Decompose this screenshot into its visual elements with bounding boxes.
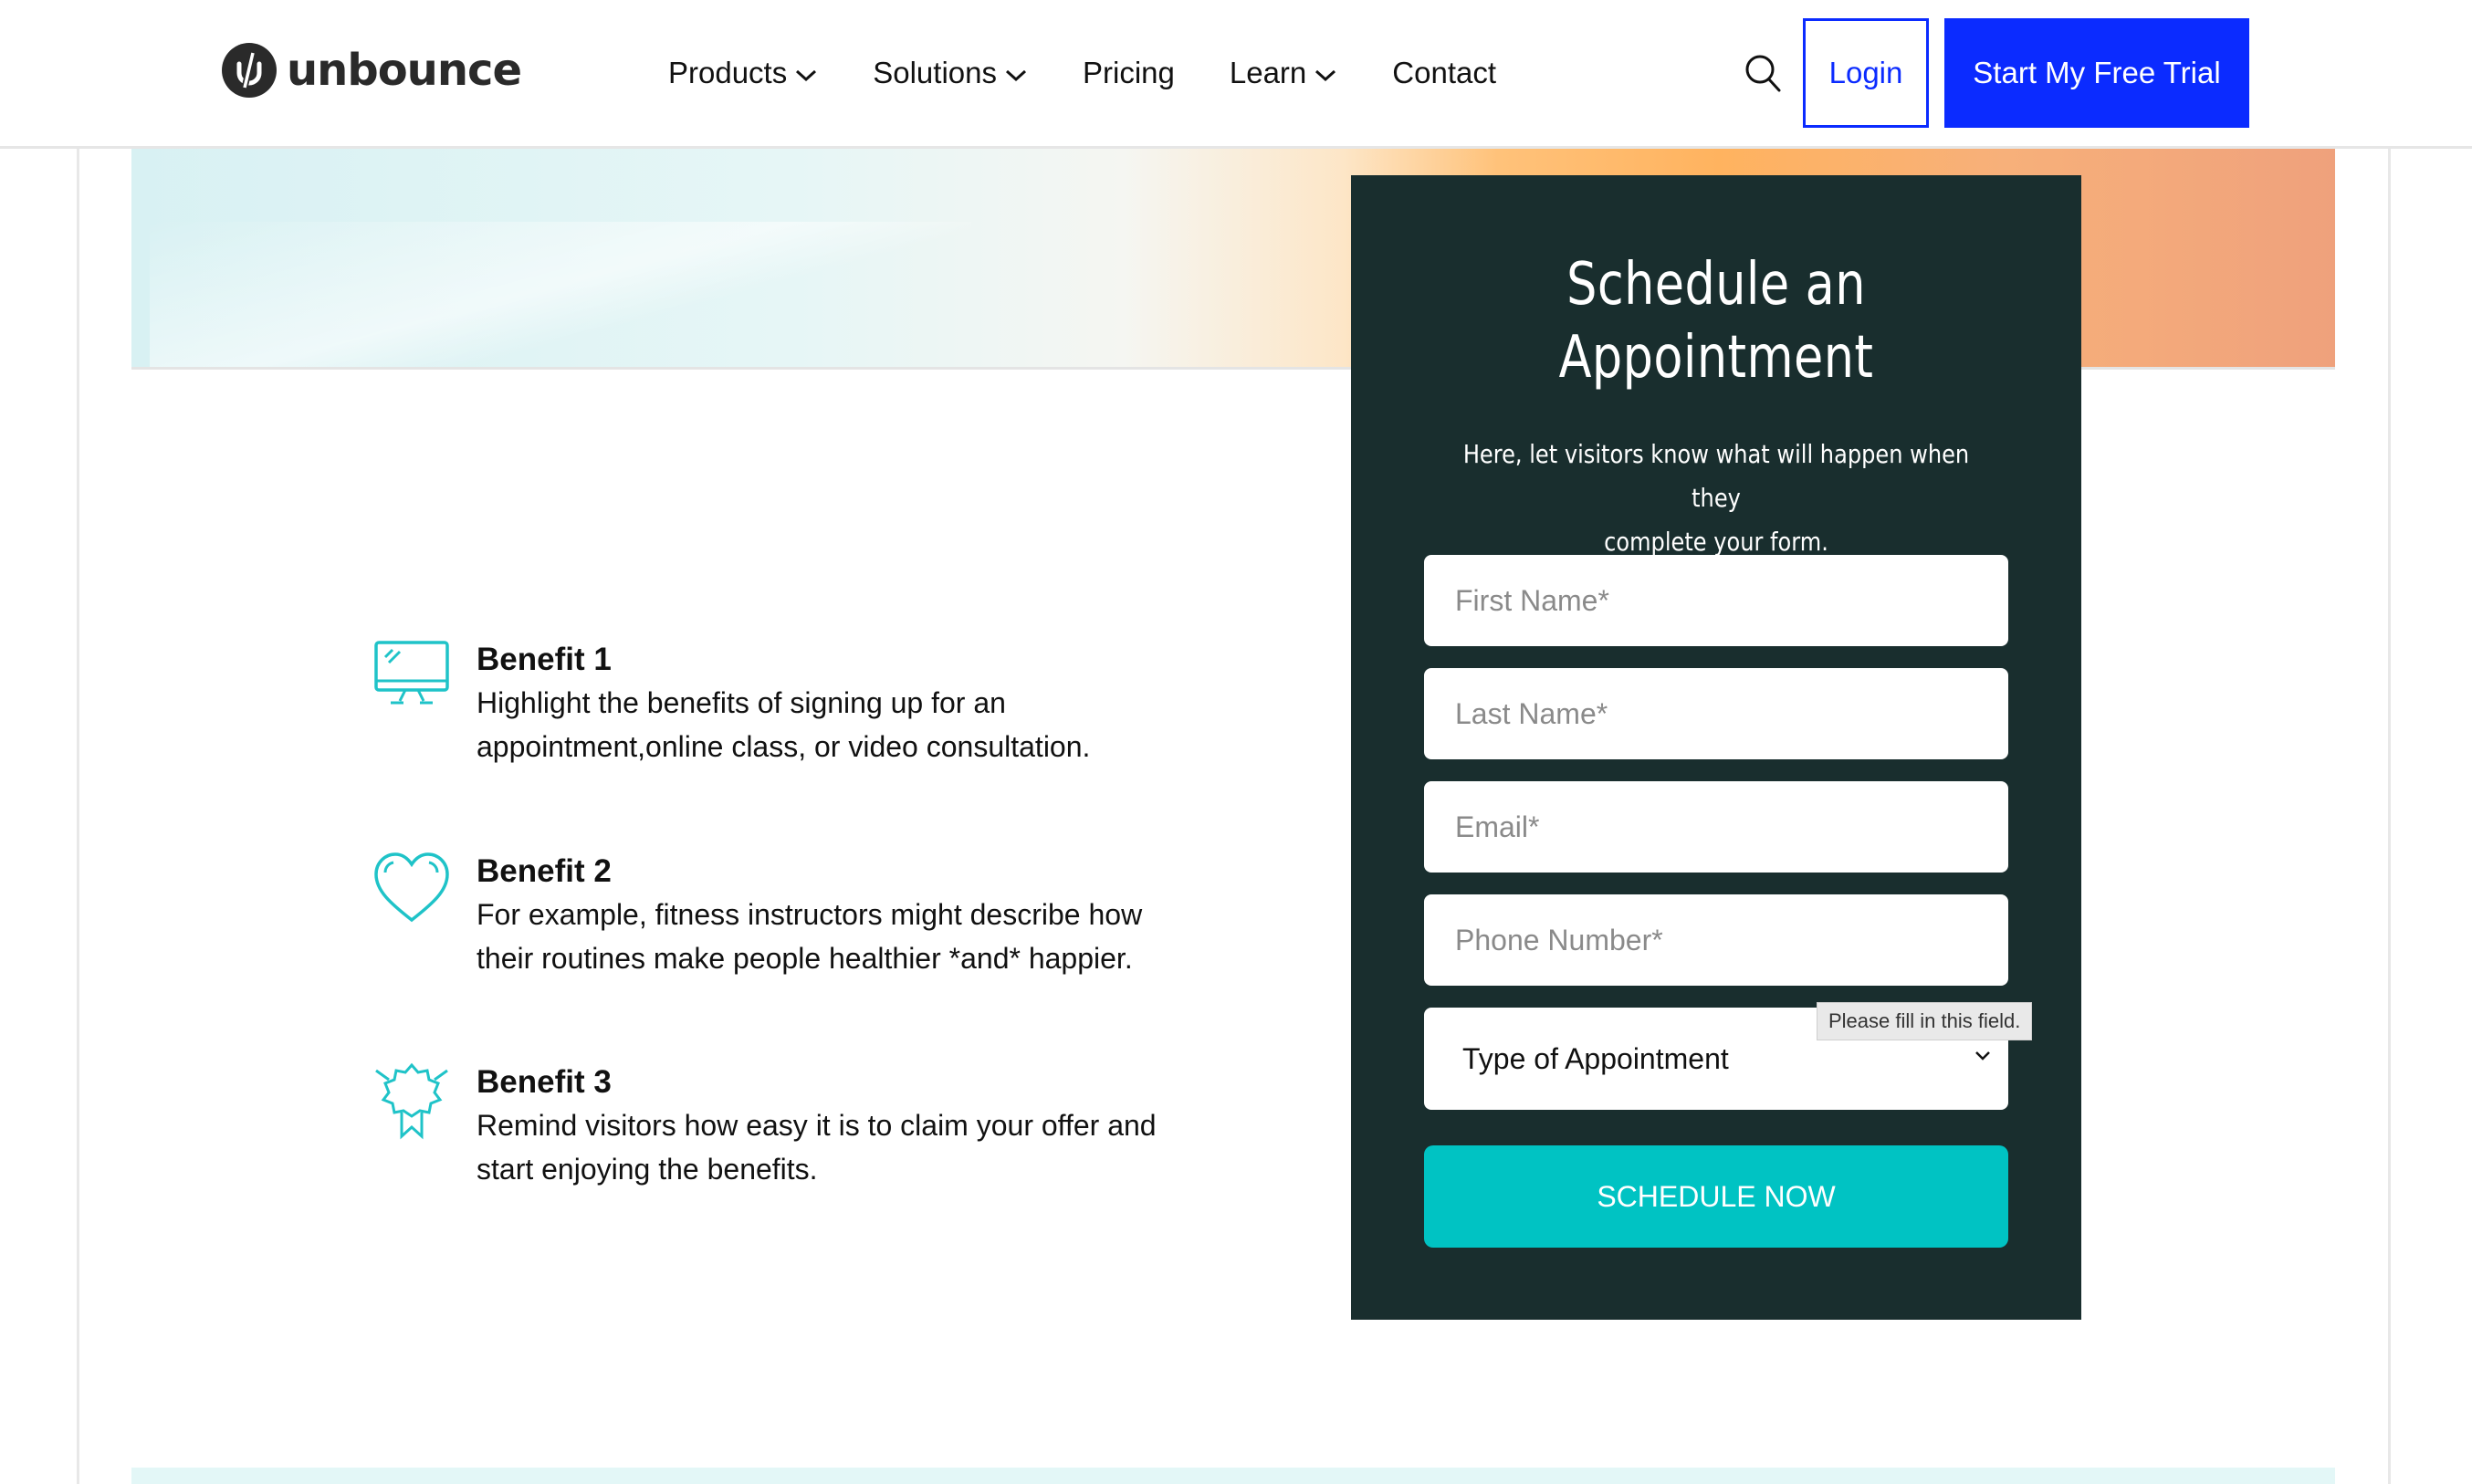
nav-pricing-label: Pricing: [1083, 56, 1175, 89]
phone-number-field[interactable]: Phone Number*: [1424, 894, 2008, 986]
nav-solutions[interactable]: Solutions: [873, 47, 1028, 99]
page-border-right: [2388, 146, 2391, 1484]
benefit-title: Benefit 2: [477, 853, 612, 889]
form-title-line: Schedule an: [1566, 251, 1866, 319]
nav-learn[interactable]: Learn: [1230, 47, 1337, 99]
benefit-title: Benefit 1: [477, 642, 612, 677]
unbounce-logo[interactable]: unbounce: [221, 42, 522, 99]
heart-icon: [374, 852, 449, 923]
chevron-down-icon: [1975, 1051, 1990, 1061]
appointment-type-value: Type of Appointment: [1462, 1041, 1729, 1075]
nav-products-label: Products: [668, 56, 788, 89]
form-title: Schedule an Appointment: [1417, 248, 2016, 394]
schedule-now-button[interactable]: SCHEDULE NOW: [1424, 1145, 2008, 1248]
benefit-item: Benefit 1 Highlight the benefits of sign…: [372, 639, 1207, 768]
site-header: unbounce Products Solutions Pricing Lear…: [0, 0, 2472, 149]
last-name-field[interactable]: Last Name*: [1424, 668, 2008, 759]
validation-tooltip: Please fill in this field.: [1817, 1002, 2033, 1040]
search-icon[interactable]: [1744, 53, 1782, 93]
benefit-description: For example, fitness instructors might d…: [477, 893, 1207, 980]
chevron-down-icon: [1005, 69, 1027, 82]
chevron-down-icon: [1315, 69, 1336, 82]
benefit-item: Benefit 3 Remind visitors how easy it is…: [372, 1061, 1207, 1191]
next-section-band: [131, 1468, 2335, 1484]
nav-learn-label: Learn: [1229, 56, 1307, 89]
benefit-description: Remind visitors how easy it is to claim …: [477, 1103, 1207, 1191]
benefit-title: Benefit 3: [477, 1064, 612, 1100]
benefit-description: Highlight the benefits of signing up for…: [477, 681, 1207, 768]
page-border-left: [77, 146, 79, 1484]
benefit-item: Benefit 2 For example, fitness instructo…: [372, 851, 1207, 980]
nav-products[interactable]: Products: [668, 47, 818, 99]
start-free-trial-button[interactable]: Start My Free Trial: [1944, 18, 2249, 128]
benefit-line: start enjoying the benefits.: [477, 1153, 818, 1186]
logo-wordmark: unbounce: [287, 45, 522, 96]
form-title-line: Appointment: [1558, 324, 1874, 392]
benefit-line: Remind visitors how easy it is to claim …: [477, 1109, 1157, 1142]
email-field[interactable]: Email*: [1424, 781, 2008, 873]
form-subtitle: Here, let visitors know what will happen…: [1450, 433, 1984, 564]
form-subtitle-line: Here, let visitors know what will happen…: [1462, 439, 1970, 513]
appointment-form-card: Schedule an Appointment Here, let visito…: [1351, 175, 2081, 1320]
first-name-field[interactable]: First Name*: [1424, 555, 2008, 646]
benefit-line: For example, fitness instructors might d…: [477, 898, 1143, 931]
benefit-line: Highlight the benefits of signing up for…: [477, 686, 1006, 719]
nav-contact-label: Contact: [1392, 56, 1497, 89]
nav-solutions-label: Solutions: [873, 56, 997, 89]
benefit-line: their routines make people healthier *an…: [477, 942, 1133, 975]
login-button[interactable]: Login: [1803, 18, 1929, 128]
hero-highlight: [150, 222, 971, 367]
unbounce-logo-icon: [222, 43, 277, 98]
nav-contact[interactable]: Contact: [1392, 47, 1496, 99]
monitor-icon: [374, 641, 449, 705]
benefit-line: appointment,online class, or video consu…: [477, 730, 1091, 763]
award-ribbon-icon: [375, 1062, 448, 1140]
nav-pricing[interactable]: Pricing: [1083, 47, 1175, 99]
main-nav: Products Solutions Pricing Learn Contact: [668, 47, 1551, 99]
chevron-down-icon: [796, 69, 817, 82]
